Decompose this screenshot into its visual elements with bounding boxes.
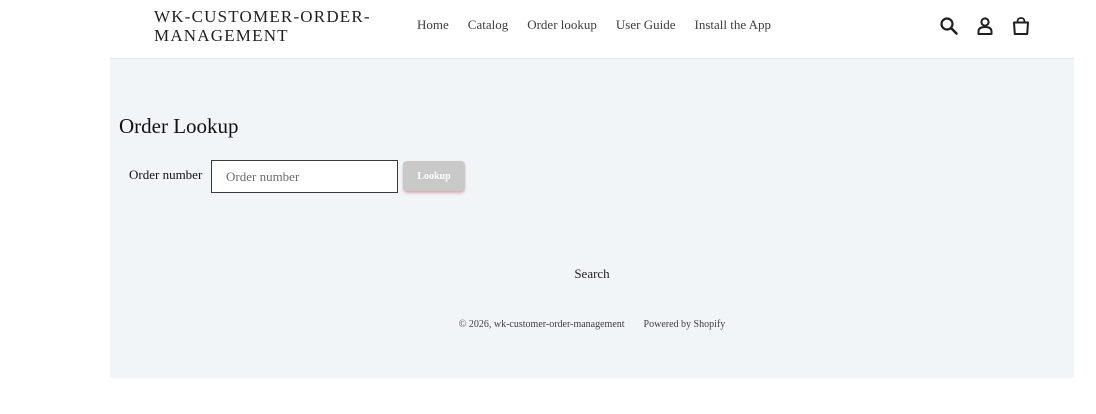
header-icons: [938, 15, 1032, 37]
nav-item-user-guide[interactable]: User Guide: [616, 17, 676, 33]
order-number-input[interactable]: [211, 160, 398, 193]
nav-item-catalog[interactable]: Catalog: [468, 17, 508, 33]
main-nav: Home Catalog Order lookup User Guide Ins…: [417, 17, 771, 33]
nav-item-order-lookup[interactable]: Order lookup: [527, 17, 597, 33]
order-number-label: Order number: [129, 167, 203, 182]
cart-icon[interactable]: [1010, 15, 1032, 37]
account-icon[interactable]: [974, 15, 996, 37]
nav-item-home[interactable]: Home: [417, 17, 449, 33]
footer-search-link[interactable]: Search: [574, 266, 609, 281]
powered-by-shopify-link[interactable]: Powered by Shopify: [644, 319, 726, 330]
search-icon[interactable]: [938, 15, 960, 37]
footer-menu: Search: [110, 266, 1074, 282]
lookup-button[interactable]: Lookup: [403, 161, 465, 191]
copyright-link[interactable]: © 2026, wk-customer-order-management: [459, 319, 625, 330]
page-title: Order Lookup: [119, 114, 239, 138]
footer-bottom: © 2026, wk-customer-order-management Pow…: [110, 319, 1074, 330]
site-logo[interactable]: WK-CUSTOMER-ORDER-MANAGEMENT: [154, 7, 394, 45]
nav-item-install-the-app[interactable]: Install the App: [694, 17, 771, 33]
site-header: WK-CUSTOMER-ORDER-MANAGEMENT Home Catalo…: [0, 0, 1096, 58]
main-content: Order Lookup Order number Lookup Search …: [110, 58, 1074, 378]
